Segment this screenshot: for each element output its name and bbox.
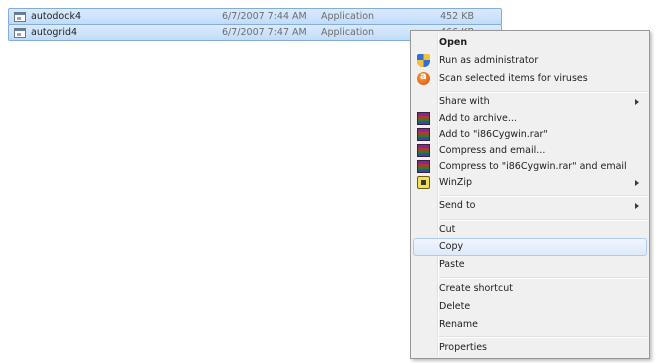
menu-item-label: Copy — [439, 241, 464, 252]
menu-item-label: Properties — [439, 342, 488, 353]
application-file-icon — [14, 12, 26, 22]
menu-item-label: Run as administrator — [439, 55, 539, 66]
submenu-arrow-icon — [635, 180, 639, 186]
context-menu: Open Run as administrator Scan selected … — [410, 30, 650, 359]
menu-item-label: Share with — [439, 96, 490, 107]
file-type: Application — [321, 11, 375, 22]
menu-item-create-shortcut[interactable]: Create shortcut — [413, 280, 647, 298]
menu-item-label: Compress and email... — [439, 145, 546, 156]
file-date: 6/7/2007 7:47 AM — [222, 27, 307, 38]
file-name: autogrid4 — [31, 27, 78, 38]
menu-item-open[interactable]: Open — [413, 34, 647, 52]
file-date: 6/7/2007 7:44 AM — [222, 11, 307, 22]
menu-separator — [439, 277, 647, 279]
file-name: autodock4 — [31, 11, 81, 22]
menu-item-delete[interactable]: Delete — [413, 298, 647, 316]
menu-item-label: Cut — [439, 224, 456, 235]
menu-item-label: Add to "i86Cygwin.rar" — [439, 129, 548, 140]
menu-item-run-as-admin[interactable]: Run as administrator — [413, 52, 647, 70]
menu-item-scan-viruses[interactable]: Scan selected items for viruses — [413, 70, 647, 88]
submenu-arrow-icon — [635, 99, 639, 105]
menu-item-label: Send to — [439, 200, 476, 211]
menu-item-send-to[interactable]: Send to — [413, 197, 647, 215]
uac-shield-icon — [417, 54, 430, 67]
menu-item-label: Add to archive... — [439, 113, 517, 124]
menu-item-label: WinZip — [439, 177, 473, 188]
winrar-icon — [417, 128, 430, 141]
application-file-icon — [14, 28, 26, 38]
menu-item-label: Open — [439, 37, 468, 48]
menu-item-copy[interactable]: Copy — [413, 238, 647, 256]
menu-item-rename[interactable]: Rename — [413, 316, 647, 334]
menu-item-paste[interactable]: Paste — [413, 256, 647, 274]
menu-item-label: Delete — [439, 301, 471, 312]
winzip-icon — [417, 176, 430, 189]
menu-item-cut[interactable]: Cut — [413, 221, 647, 239]
menu-item-label: Create shortcut — [439, 283, 513, 294]
file-row-autodock4[interactable]: autodock4 6/7/2007 7:44 AM Application 4… — [8, 8, 502, 25]
menu-item-share-with[interactable]: Share with — [413, 93, 647, 111]
menu-item-label: Compress to "i86Cygwin.rar" and email — [439, 161, 627, 172]
submenu-arrow-icon — [635, 203, 639, 209]
winrar-icon — [417, 144, 430, 157]
file-type: Application — [321, 27, 375, 38]
winrar-icon — [417, 112, 430, 125]
menu-item-label: Scan selected items for viruses — [439, 73, 588, 84]
menu-item-label: Rename — [439, 319, 478, 330]
menu-separator — [439, 336, 647, 338]
file-size: 452 KB — [440, 11, 474, 22]
avast-icon — [417, 71, 430, 85]
menu-item-winzip[interactable]: WinZip — [413, 174, 647, 192]
menu-item-properties[interactable]: Properties — [413, 339, 647, 357]
menu-item-label: Paste — [439, 259, 465, 270]
winrar-icon — [417, 160, 430, 173]
